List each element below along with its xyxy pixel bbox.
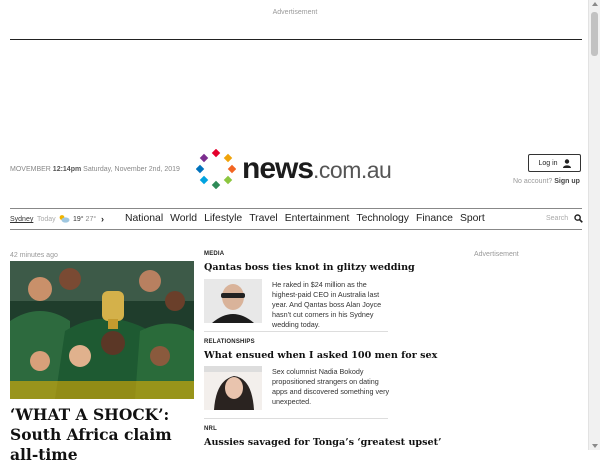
movember-label: MOVEMBER — [10, 166, 51, 173]
date-bar: MOVEMBER 12:14pm Saturday, November 2nd,… — [10, 166, 180, 173]
sign-up-link[interactable]: Sign up — [554, 178, 580, 185]
story-2-section[interactable]: RELATIONSHIPS — [204, 339, 255, 345]
nav-item-sport[interactable]: Sport — [460, 213, 485, 224]
story-3-section[interactable]: NRL — [204, 426, 217, 432]
no-account-text: No account? Sign up — [513, 178, 580, 185]
story-2-photo — [204, 366, 262, 410]
logo-main: news — [242, 152, 314, 185]
weather-location[interactable]: Sydney — [10, 216, 33, 223]
logo-wordmark: news.com.au — [242, 152, 392, 185]
ad-top-divider — [10, 39, 582, 40]
weather-today-label: Today — [37, 216, 56, 223]
nav-item-lifestyle[interactable]: Lifestyle — [204, 213, 242, 224]
chevron-right-icon[interactable]: › — [101, 214, 104, 224]
hero-image[interactable] — [10, 261, 194, 399]
logo-dots-icon — [196, 149, 236, 189]
nav-item-technology[interactable]: Technology — [356, 213, 409, 224]
story-1-thumbnail[interactable] — [204, 279, 262, 323]
nav-item-world[interactable]: World — [170, 213, 197, 224]
story-divider-1 — [204, 331, 388, 332]
hero-time-ago: 42 minutes ago — [10, 252, 58, 259]
login-label: Log in — [538, 159, 558, 167]
main-nav: Sydney Today 19° 27° › National World Li… — [10, 208, 583, 230]
nav-item-national[interactable]: National — [125, 213, 163, 224]
hero-photo — [10, 261, 194, 399]
scroll-down-icon[interactable] — [592, 444, 598, 448]
story-2-thumbnail[interactable] — [204, 366, 262, 410]
login-button[interactable]: Log in — [528, 154, 581, 172]
nav-item-entertainment[interactable]: Entertainment — [285, 213, 350, 224]
search-label[interactable]: Search — [546, 215, 568, 222]
story-3-headline[interactable]: Aussies savaged for Tonga’s ‘greatest up… — [204, 437, 441, 448]
right-ad-label: Advertisement — [474, 251, 519, 258]
temp-low: 19° — [73, 216, 84, 223]
page-scrollbar[interactable] — [588, 0, 600, 450]
user-icon — [562, 158, 571, 168]
nav-item-travel[interactable]: Travel — [249, 213, 277, 224]
search-icon[interactable] — [574, 214, 583, 223]
temp-high: 27° — [85, 216, 97, 223]
story-1-section[interactable]: MEDIA — [204, 251, 224, 257]
cloud-sun-icon — [59, 215, 70, 223]
weather-temps: 19° 27° — [73, 216, 96, 223]
top-ad-label: Advertisement — [272, 9, 318, 16]
scroll-thumb[interactable] — [591, 12, 598, 56]
hero-headline[interactable]: ‘WHAT A SHOCK’: South Africa claim all-t… — [10, 405, 200, 465]
story-1-headline[interactable]: Qantas boss ties knot in glitzy wedding — [204, 262, 415, 273]
nav-menu: National World Lifestyle Travel Entertai… — [125, 213, 492, 224]
story-2-summary: Sex columnist Nadia Bokody propositioned… — [272, 367, 390, 406]
site-logo[interactable]: news.com.au — [196, 148, 392, 190]
current-time: 12:14pm — [52, 166, 82, 173]
scroll-up-icon[interactable] — [592, 2, 598, 6]
nav-item-finance[interactable]: Finance — [416, 213, 453, 224]
no-account-label: No account? — [513, 178, 553, 185]
story-2-headline[interactable]: What ensued when I asked 100 men for sex — [204, 350, 437, 361]
story-1-summary: He raked in $24 million as the highest-p… — [272, 280, 382, 329]
story-divider-2 — [204, 418, 388, 419]
current-date: Saturday, November 2nd, 2019 — [83, 166, 180, 173]
story-1-photo — [204, 279, 262, 323]
logo-suffix: .com.au — [313, 157, 392, 183]
